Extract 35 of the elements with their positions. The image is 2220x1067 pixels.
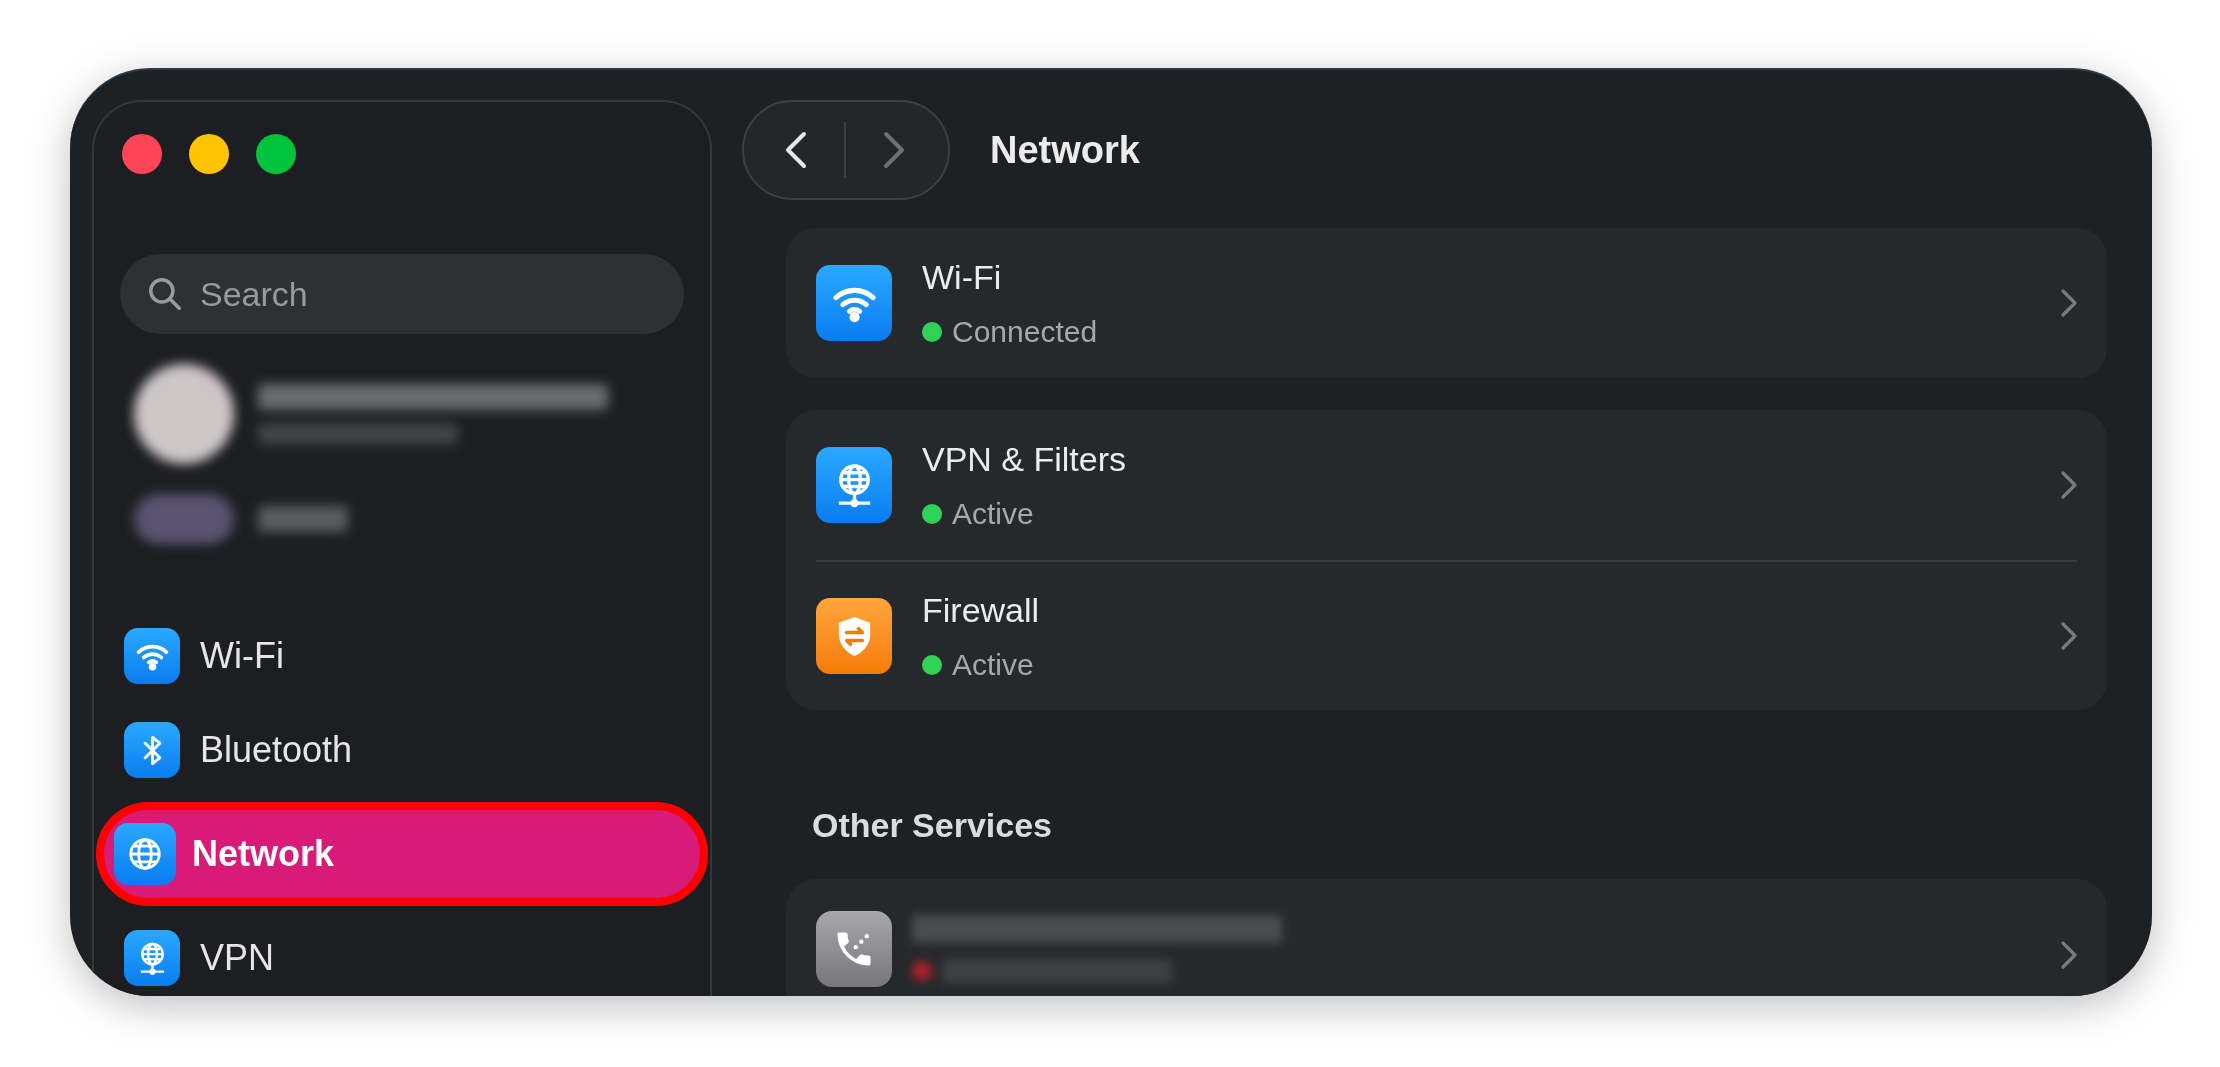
shield-icon xyxy=(816,598,892,674)
chevron-icon xyxy=(2061,289,2077,317)
chevron-icon xyxy=(2061,471,2077,499)
settings-row[interactable]: Firewall Active xyxy=(816,560,2077,710)
sidebar-item[interactable]: Network xyxy=(96,802,708,906)
settings-row[interactable]: Wi-Fi Connected xyxy=(816,228,2077,378)
wifi-icon xyxy=(124,628,180,684)
window-title: Network xyxy=(990,127,1140,173)
service-card[interactable] xyxy=(786,879,2107,996)
minimize-button[interactable] xyxy=(189,134,229,174)
sidebar-item[interactable]: Wi-Fi xyxy=(120,614,684,698)
globe-network-icon xyxy=(124,930,180,986)
settings-row[interactable]: VPN & Filters Active xyxy=(816,410,2077,560)
row-title: Firewall xyxy=(922,590,1040,631)
bluetooth-icon xyxy=(124,722,180,778)
forward-icon[interactable] xyxy=(882,130,906,170)
status-text: Connected xyxy=(952,314,1098,350)
row-title: Wi-Fi xyxy=(922,257,1003,298)
sidebar-item[interactable]: VPN xyxy=(120,916,684,996)
sidebar-item[interactable]: Bluetooth xyxy=(120,708,684,792)
close-button[interactable] xyxy=(122,134,162,174)
globe-icon xyxy=(114,823,176,885)
wifi-icon xyxy=(816,265,892,341)
chevron-icon xyxy=(2061,622,2077,650)
phone-icon xyxy=(816,911,892,987)
chevron-icon xyxy=(2061,941,2077,969)
status-text: Active xyxy=(952,496,1034,532)
search-icon xyxy=(146,275,184,313)
section-heading: Other Services xyxy=(812,805,1054,846)
back-icon[interactable] xyxy=(784,130,808,170)
globe-network-icon xyxy=(816,447,892,523)
search-field[interactable]: Search xyxy=(120,254,684,334)
row-title: VPN & Filters xyxy=(922,439,1127,480)
zoom-button[interactable] xyxy=(256,134,296,174)
status-text: Active xyxy=(952,647,1034,683)
